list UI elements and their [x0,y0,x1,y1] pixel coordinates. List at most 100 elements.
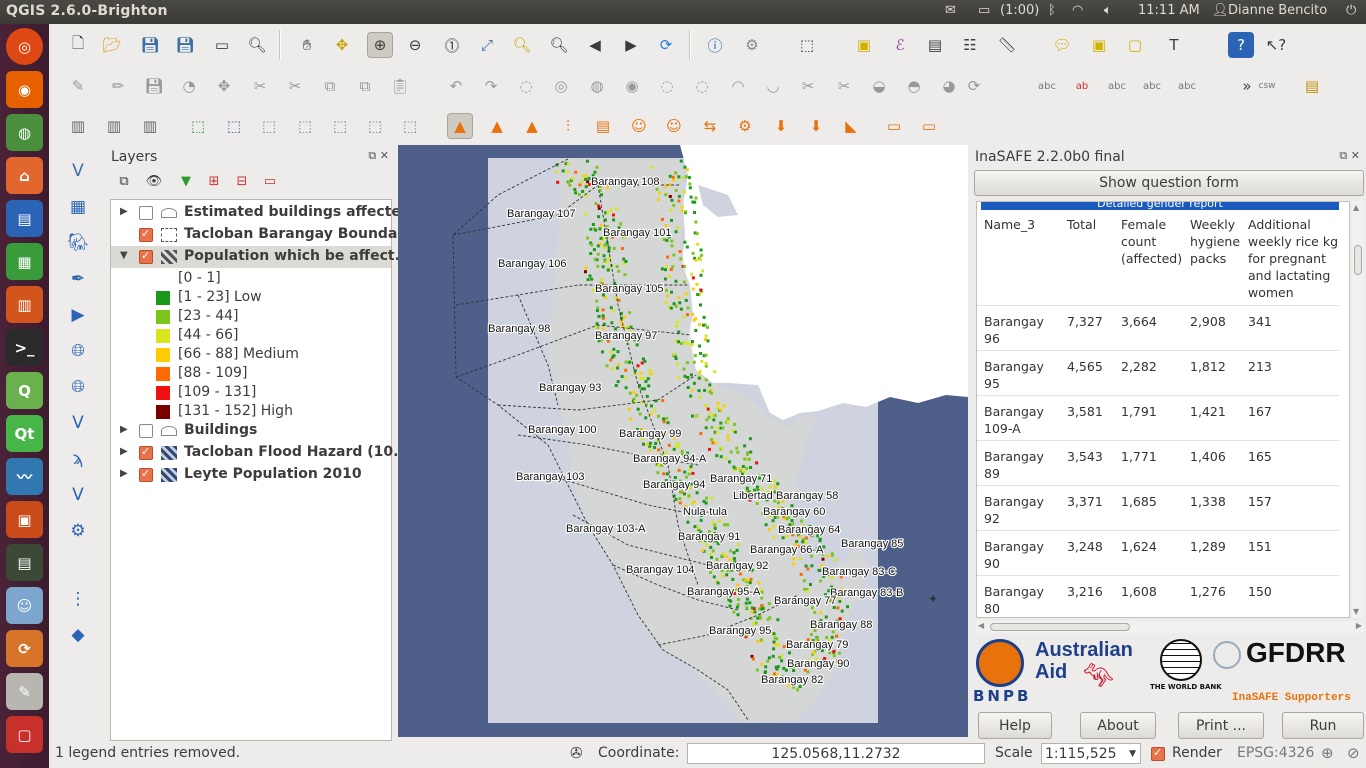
inasafe-toggle-icon[interactable]: ▭ [916,113,942,139]
text-annotation-icon[interactable]: ▢ [1122,32,1148,58]
select-feature-icon[interactable]: ⬚ [794,32,820,58]
redo-icon[interactable]: ↷ [478,73,504,99]
expand-all-icon[interactable]: ⊞ [203,171,225,191]
zoom-last-icon[interactable]: ◀ [582,32,608,58]
battery-icon[interactable]: ▭ [978,3,990,18]
delete-selected-icon[interactable]: ✂ [282,73,308,99]
layer-item[interactable]: ▶ Buildings [111,420,391,442]
add-wcs-icon[interactable]: 🌐︎ [63,373,93,401]
new-shapefile-icon[interactable]: ⬚ [185,113,211,139]
digitize-icon[interactable]: ⬚ [256,113,282,139]
paste-features-icon[interactable]: 📋︎ [387,73,413,99]
add-virtual-layer-icon[interactable]: V [63,481,93,509]
add-postgis-icon[interactable]: 🐘︎ [63,229,93,257]
layer-visibility-checkbox[interactable] [139,227,153,242]
layer-item[interactable]: ▶ Estimated buildings affected [111,202,411,224]
add-wms-icon[interactable]: 🌐︎ [63,337,93,365]
inasafe-impact-merge-icon[interactable]: ☺ [661,113,687,139]
add-wfs-icon[interactable]: V [63,409,93,437]
identify-icon[interactable]: ⓘ [702,32,728,58]
pan-to-selection-icon[interactable]: ✥ [329,32,355,58]
zoom-to-layer-icon[interactable]: 🔍︎ [546,32,572,58]
whats-this-icon[interactable]: ↖? [1263,32,1289,58]
run-button[interactable]: Run [1282,712,1364,739]
inasafe-osm-icon[interactable]: ⬇ [768,113,794,139]
help-icon[interactable]: ? [1228,32,1254,58]
annotation-icon[interactable]: 💬︎ [1049,32,1075,58]
save-edits-icon[interactable]: 💾︎ [141,73,167,99]
expand-arrow-icon[interactable]: ▶ [120,446,128,457]
horizontal-scroll-thumb[interactable] [990,623,1130,631]
map-svg[interactable]: Barangay 108 Barangay 107 Barangay 101 Bara… [398,145,968,737]
text-tool-icon[interactable]: T [1161,32,1187,58]
new-spatialite-icon[interactable]: ⬚ [221,113,247,139]
chrome-icon[interactable]: ◍ [6,114,43,151]
add-raster-layer-icon[interactable]: ▥ [101,113,127,139]
mail-icon[interactable]: ✉ [945,3,956,18]
add-raster-icon[interactable]: ▦ [63,193,93,221]
layer-item[interactable]: ▶ Tacloban Flood Hazard (10... [111,442,409,464]
add-gpx-icon[interactable]: ⚙ [63,517,93,545]
layer-visibility-checkbox[interactable] [139,206,153,220]
collapse-arrow-icon[interactable]: ▼ [120,250,128,261]
layer-visibility-checkbox[interactable] [139,424,153,438]
help-button[interactable]: Help [978,712,1052,739]
add-ring-icon[interactable]: ◎ [548,73,574,99]
heatmap-icon[interactable]: ⬚ [397,113,423,139]
wifi-icon[interactable]: ◠ [1072,3,1083,18]
clock[interactable]: 11:11 AM [1138,3,1200,18]
rotate-feature-icon[interactable]: ⟳ [961,73,987,99]
about-button[interactable]: About [1080,712,1156,739]
rotate-symbols-icon[interactable]: ◕ [936,73,962,99]
inasafe-save-scenario-icon[interactable]: ⬇ [803,113,829,139]
open-project-icon[interactable]: 📂︎ [99,32,125,58]
topology-checker-icon[interactable]: ⬚ [362,113,388,139]
action-icon[interactable]: ⚙ [739,32,765,58]
user-name[interactable]: Dianne Bencito [1228,3,1327,18]
merge-selected-icon[interactable]: ◒ [866,73,892,99]
inasafe-keywords-icon[interactable]: ▲ [484,113,510,139]
bluetooth-icon[interactable]: ᛒ [1048,3,1056,18]
update-icon[interactable]: ⟳ [6,630,43,667]
expand-arrow-icon[interactable]: ▶ [120,206,128,217]
coordinate-toggle-icon[interactable]: ✇ [570,744,583,762]
add-spatialite-icon[interactable]: ✒ [63,265,93,293]
split-parts-icon[interactable]: ✂ [831,73,857,99]
panel-float-close-icons[interactable]: ⧉ ✕ [368,149,389,163]
split-features-icon[interactable]: ✂ [795,73,821,99]
save-project-icon[interactable]: 💾︎ [137,32,163,58]
copy-features-icon[interactable]: ⧉ [352,73,378,99]
layer-item[interactable]: ▶ Leyte Population 2010 [111,464,391,486]
volume-icon[interactable]: 🔈︎ [1104,3,1112,18]
label-tool-icon[interactable]: abc [1034,73,1060,99]
writer-icon[interactable]: ▤ [6,200,43,237]
add-group-icon[interactable]: ⧉ [113,171,135,191]
fill-ring-icon[interactable]: ◉ [619,73,645,99]
show-question-form-button[interactable]: Show question form [974,170,1364,196]
inasafe-batch-icon[interactable]: ⚙ [732,113,758,139]
crs-label[interactable]: EPSG:4326 [1237,745,1314,761]
georeferencer-icon[interactable]: ⬚ [292,113,318,139]
refresh-icon[interactable]: ⟳ [653,32,679,58]
calculator-icon[interactable]: ▤ [6,544,43,581]
expand-arrow-icon[interactable]: ▶ [120,468,128,479]
highlight-labels-icon[interactable]: abc [1104,73,1130,99]
add-delimited-text-icon[interactable]: ϡ [63,445,93,473]
layer-visibility-checkbox[interactable] [139,445,153,460]
csw-icon[interactable]: csw [1254,73,1280,99]
coordinate-field[interactable]: 125.0568,11.2732 [687,743,985,764]
add-vector-icon[interactable]: V [63,157,93,185]
cut-features-icon[interactable]: ⧉ [317,73,343,99]
reshape-icon[interactable]: ◠ [725,73,751,99]
undo-icon[interactable]: ↶ [443,73,469,99]
qt-creator-icon[interactable]: Qt [6,415,43,452]
pin-labels-icon[interactable]: ab [1069,73,1095,99]
add-feature-icon[interactable]: ◔ [176,73,202,99]
calc-icon[interactable]: ▦ [6,243,43,280]
report-view[interactable]: Detailed gender report Name_3 Total Fema… [976,201,1350,618]
expand-arrow-icon[interactable]: ▶ [120,424,128,435]
vertical-scroll-thumb[interactable] [1354,245,1362,275]
delete-ring-icon[interactable]: ◌ [654,73,680,99]
filter-legend-icon[interactable]: ▼ [175,171,197,191]
vertical-scrollbar[interactable]: ▲ ▼ [1352,201,1364,618]
